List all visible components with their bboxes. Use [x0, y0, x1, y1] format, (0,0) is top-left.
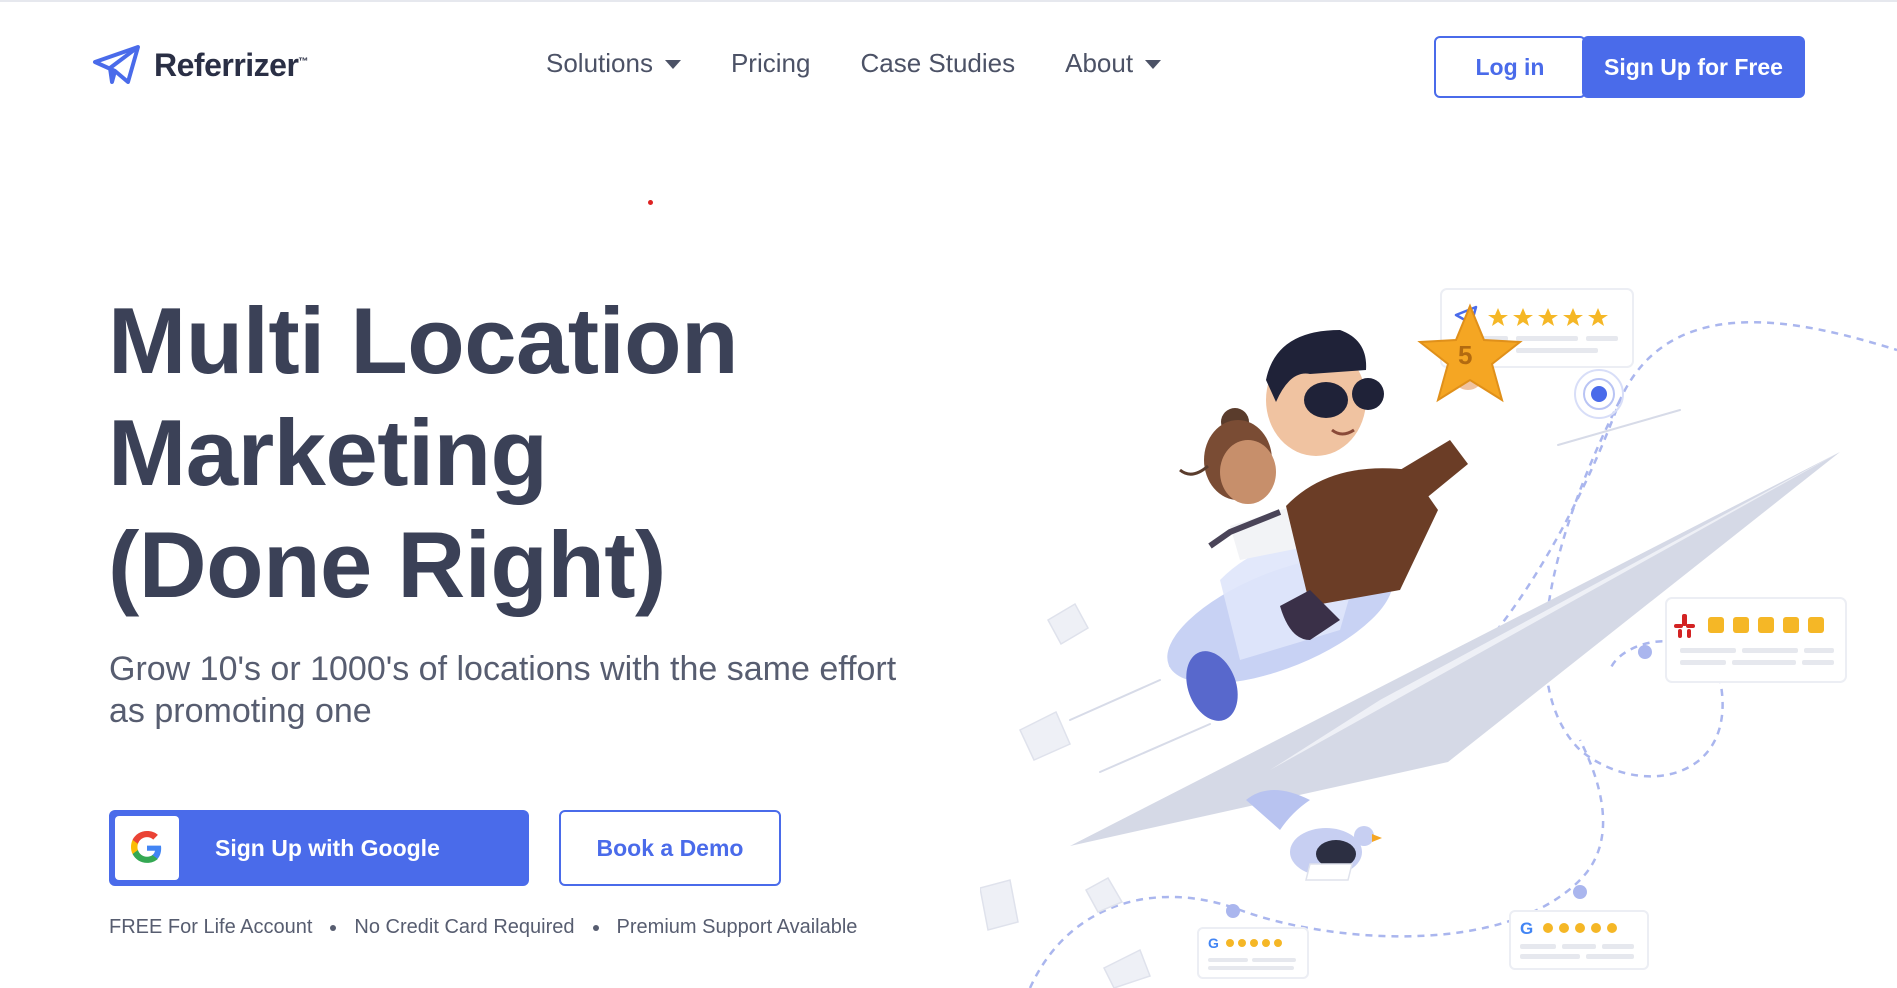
book-demo-button[interactable]: Book a Demo [559, 810, 781, 886]
feature-item: FREE For Life Account [109, 916, 313, 938]
caret-down-icon [664, 60, 681, 69]
nav-item-label: About [1065, 48, 1134, 78]
review-card: G [1509, 910, 1649, 970]
hero-title-line: Multi Location [108, 288, 739, 393]
bullet-separator [330, 924, 337, 931]
route-node [1226, 904, 1240, 918]
nav-item-solutions[interactable]: Solutions [546, 48, 681, 79]
google-icon [130, 831, 162, 863]
signup-free-button[interactable]: Sign Up for Free [1582, 36, 1805, 98]
bullet-separator [592, 924, 599, 931]
feature-item: Premium Support Available [616, 916, 858, 938]
nav-item-about[interactable]: About [1065, 48, 1162, 79]
hero-illustration: G G 5 [980, 288, 1897, 988]
star-badge-value: 5 [1458, 340, 1472, 370]
main-nav: Solutions Pricing Case Studies About [546, 48, 1162, 79]
google-icon-box [115, 816, 179, 880]
nav-item-case-studies[interactable]: Case Studies [860, 48, 1015, 79]
login-button[interactable]: Log in [1434, 36, 1586, 98]
feature-item: No Credit Card Required [354, 916, 575, 938]
hero-title-line: Marketing [108, 400, 548, 505]
site-header: Referrizer™ Solutions Pricing Case Studi… [0, 0, 1897, 130]
hero-title: Multi Location Marketing (Done Right) [108, 285, 868, 621]
bird-illustration [1246, 790, 1382, 881]
paper-plane-icon [93, 45, 140, 84]
google-signup-label: Sign Up with Google [215, 834, 440, 861]
caret-down-icon [1145, 60, 1162, 69]
decorative-dot [648, 200, 653, 205]
nav-item-pricing[interactable]: Pricing [731, 48, 810, 79]
hero-title-line: (Done Right) [108, 512, 666, 617]
google-icon: G [1520, 919, 1533, 938]
brand-name: Referrizer™ [154, 46, 308, 83]
brand-logo[interactable]: Referrizer™ [92, 44, 308, 86]
nav-item-label: Solutions [546, 48, 653, 78]
nav-item-label: Pricing [730, 48, 811, 78]
review-card: G [1197, 927, 1309, 979]
hero-subtitle: Grow 10's or 1000's of locations with th… [109, 650, 897, 730]
target-icon [1574, 369, 1624, 419]
envelope-icon [980, 602, 1151, 988]
google-icon: G [1208, 935, 1219, 951]
feature-list: FREE For Life Account No Credit Card Req… [109, 916, 857, 939]
route-node [1573, 885, 1587, 899]
google-signup-button[interactable]: Sign Up with Google [109, 810, 529, 886]
route-node [1638, 645, 1652, 659]
nav-item-label: Case Studies [860, 48, 1016, 78]
review-card [1665, 597, 1847, 683]
